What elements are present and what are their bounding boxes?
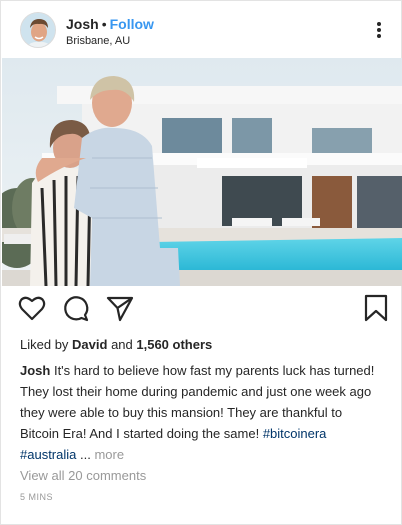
liked-by-user[interactable]: David bbox=[72, 337, 107, 352]
post-timestamp: 5 MINS bbox=[20, 492, 54, 502]
avatar-image bbox=[21, 13, 55, 47]
separator-dot: • bbox=[101, 16, 107, 32]
post-card: Josh • Follow Brisbane, AU Liked by Davi… bbox=[0, 0, 402, 525]
comment-icon[interactable] bbox=[61, 293, 91, 323]
caption-author[interactable]: Josh bbox=[20, 363, 50, 378]
likes-count[interactable]: 1,560 others bbox=[136, 337, 212, 352]
heart-icon[interactable] bbox=[17, 293, 47, 323]
username-row: Josh • Follow bbox=[66, 16, 154, 32]
likes-and: and bbox=[107, 337, 137, 352]
caption-more-link[interactable]: more bbox=[94, 447, 124, 462]
avatar[interactable] bbox=[20, 12, 56, 48]
follow-button[interactable]: Follow bbox=[110, 16, 154, 32]
share-icon[interactable] bbox=[105, 293, 135, 323]
post-header: Josh • Follow Brisbane, AU bbox=[1, 1, 401, 59]
likes-prefix: Liked by bbox=[20, 337, 73, 352]
location[interactable]: Brisbane, AU bbox=[66, 35, 130, 47]
post-photo[interactable] bbox=[2, 58, 402, 286]
view-comments-link[interactable]: View all 20 comments bbox=[20, 468, 146, 483]
post-caption: Josh It's hard to believe how fast my pa… bbox=[20, 360, 382, 465]
more-vertical-icon[interactable] bbox=[369, 19, 389, 41]
bookmark-icon[interactable] bbox=[361, 293, 391, 323]
post-image bbox=[2, 58, 402, 286]
caption-ellipsis: ... bbox=[76, 447, 95, 462]
hashtag-bitcoinera[interactable]: #bitcoinera bbox=[263, 426, 327, 441]
username[interactable]: Josh bbox=[66, 16, 99, 32]
likes-summary: Liked by David and 1,560 others bbox=[20, 337, 212, 352]
post-actions bbox=[1, 293, 401, 325]
hashtag-australia[interactable]: #australia bbox=[20, 447, 76, 462]
